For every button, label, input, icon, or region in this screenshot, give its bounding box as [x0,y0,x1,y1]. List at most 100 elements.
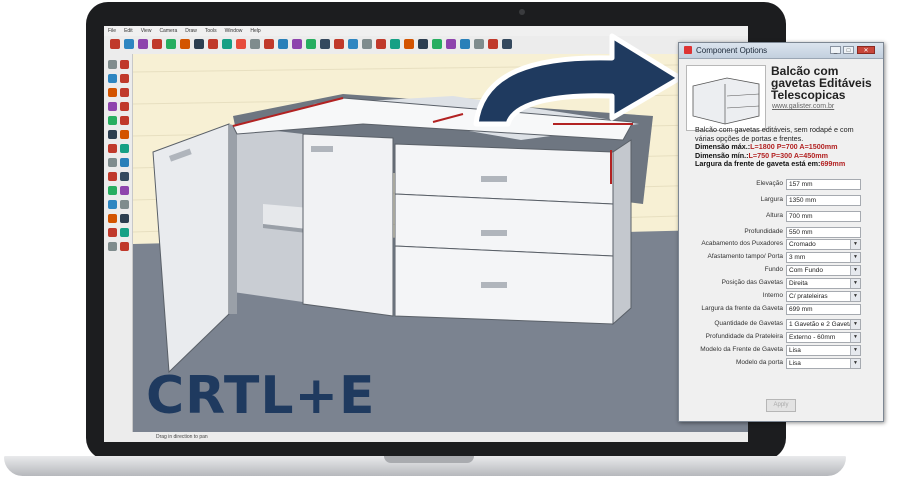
tape-measure-icon[interactable] [264,39,274,49]
largura-input[interactable]: 1350 mm [786,195,861,206]
scale-icon[interactable] [108,144,117,153]
text-icon[interactable] [120,172,129,181]
top-view-icon[interactable] [348,39,358,49]
altura-input[interactable]: 700 mm [786,211,861,222]
make-component-icon[interactable] [120,60,129,69]
select-tool-icon[interactable] [110,39,120,49]
status-text: Drag in direction to pan [156,434,208,440]
chevron-down-icon[interactable]: ▼ [850,346,860,355]
chevron-down-icon[interactable]: ▼ [850,253,860,262]
circle-icon[interactable] [120,88,129,97]
line-icon[interactable] [108,74,117,83]
pan-icon[interactable] [120,200,129,209]
frente-gaveta-select[interactable]: Lisa ▼ [786,345,861,356]
minimize-icon[interactable]: _ [830,46,841,54]
position-camera-icon[interactable] [120,242,129,251]
maximize-icon[interactable]: □ [843,46,854,54]
largura-gaveta-input[interactable]: 699 mm [786,304,861,315]
zoom-icon[interactable] [108,214,117,223]
arc-tool-icon[interactable] [152,39,162,49]
scale-tool-icon[interactable] [236,39,246,49]
pencil-tool-icon[interactable] [138,39,148,49]
chevron-down-icon[interactable]: ▼ [850,266,860,275]
eraser-tool-icon[interactable] [124,39,134,49]
protractor-icon[interactable] [108,172,117,181]
modelo-porta-select[interactable]: Lisa ▼ [786,358,861,369]
field-row-frente-gaveta: Modelo da Frente de Gaveta Lisa ▼ [679,345,883,357]
3d-text-icon[interactable] [120,186,129,195]
middle-handle [311,146,333,152]
iso-view-icon[interactable] [334,39,344,49]
move-icon[interactable] [108,116,117,125]
axes-icon[interactable] [108,186,117,195]
chevron-down-icon[interactable]: ▼ [850,292,860,301]
fundo-select[interactable]: Com Fundo ▼ [786,265,861,276]
pushpull-icon[interactable] [120,116,129,125]
pan-tool-icon[interactable] [292,39,302,49]
menu-draw[interactable]: Draw [185,28,197,34]
drawer-width-label: Largura da frente de gaveta está em: [695,159,821,169]
interno-select[interactable]: C/ prateleiras ▼ [786,291,861,302]
close-icon[interactable]: ✕ [857,46,875,54]
quantidade-select[interactable]: 1 Gavetão e 2 Gavetas ▼ [786,319,861,330]
tape-icon[interactable] [108,158,117,167]
chevron-down-icon[interactable]: ▼ [850,240,860,249]
shaded-style-icon[interactable] [432,39,442,49]
panel-titlebar[interactable]: Component Options _ □ ✕ [679,43,883,59]
website-link[interactable]: www.galister.com.br [772,103,834,110]
component-options-panel: Component Options _ □ ✕ Balcão com gavet… [678,42,884,422]
elevacao-input[interactable]: 157 mm [786,179,861,190]
field-row-fundo: Fundo Com Fundo ▼ [679,265,883,277]
polygon-icon[interactable] [108,102,117,111]
right-view-icon[interactable] [376,39,386,49]
menu-tools[interactable]: Tools [205,28,217,34]
prof-prateleira-select[interactable]: Externo - 60mm ▼ [786,332,861,343]
paint-bucket-icon[interactable] [194,39,204,49]
acabamento-select[interactable]: Cromado ▼ [786,239,861,250]
chevron-down-icon[interactable]: ▼ [850,279,860,288]
menu-camera[interactable]: Camera [159,28,177,34]
drawer-handle-3 [481,282,507,288]
chevron-down-icon[interactable]: ▼ [850,359,860,368]
field-row-posicao: Posição das Gavetas Direita ▼ [679,278,883,290]
follow-me-icon[interactable] [120,130,129,139]
profundidade-input[interactable]: 550 mm [786,227,861,238]
wireframe-style-icon[interactable] [418,39,428,49]
zoom-window-icon[interactable] [120,214,129,223]
xray-style-icon[interactable] [404,39,414,49]
walk-icon[interactable] [108,228,117,237]
orbit-icon[interactable] [108,200,117,209]
zoom-tool-icon[interactable] [306,39,316,49]
middle-door [302,133,394,317]
select-value: Lisa [789,360,801,367]
offset-icon[interactable] [120,144,129,153]
push-pull-icon[interactable] [180,39,190,49]
arc-icon[interactable] [120,102,129,111]
dimension-icon[interactable] [120,158,129,167]
shapes-tool-icon[interactable] [166,39,176,49]
posicao-select[interactable]: Direita ▼ [786,278,861,289]
menu-file[interactable]: File [108,28,116,34]
component-icon[interactable] [446,39,456,49]
back-view-icon[interactable] [390,39,400,49]
freehand-icon[interactable] [120,74,129,83]
chevron-down-icon[interactable]: ▼ [850,333,860,342]
rotate-tool-icon[interactable] [222,39,232,49]
select-icon[interactable] [108,60,117,69]
menu-window[interactable]: Window [225,28,243,34]
look-around-icon[interactable] [120,228,129,237]
front-view-icon[interactable] [362,39,372,49]
move-tool-icon[interactable] [208,39,218,49]
zoom-extents-icon[interactable] [320,39,330,49]
orbit-tool-icon[interactable] [278,39,288,49]
menu-help[interactable]: Help [250,28,260,34]
chevron-down-icon[interactable]: ▼ [850,320,860,329]
menu-view[interactable]: View [141,28,152,34]
offset-tool-icon[interactable] [250,39,260,49]
apply-button[interactable]: Apply [766,399,796,412]
section-plane-icon[interactable] [108,242,117,251]
rotate-icon[interactable] [108,130,117,139]
menu-edit[interactable]: Edit [124,28,133,34]
rectangle-icon[interactable] [108,88,117,97]
afastamento-select[interactable]: 3 mm ▼ [786,252,861,263]
